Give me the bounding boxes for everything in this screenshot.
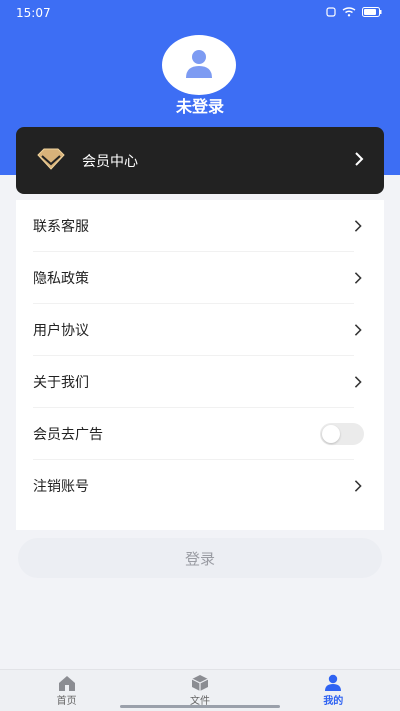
login-button[interactable]: 登录: [18, 538, 382, 578]
menu-item-user-agreement[interactable]: 用户协议: [16, 304, 384, 356]
chevron-right-icon: [354, 220, 362, 232]
chevron-right-icon: [354, 480, 362, 492]
tab-mine-label: 我的: [323, 696, 344, 707]
chevron-right-icon: [354, 376, 362, 388]
avatar[interactable]: [162, 35, 236, 95]
menu-item-remove-ads: 会员去广告: [16, 408, 384, 460]
tab-files[interactable]: 文件: [155, 674, 245, 707]
vip-center-label: 会员中心: [82, 153, 138, 170]
status-time: 15:07: [16, 6, 51, 20]
cube-icon: [191, 675, 209, 691]
wifi-icon: [342, 6, 356, 20]
menu-item-label: 隐私政策: [33, 271, 89, 287]
menu-item-label: 注销账号: [33, 479, 89, 495]
home-indicator: [120, 705, 280, 708]
tab-home-label: 首页: [56, 696, 77, 707]
diamond-icon: [36, 148, 66, 174]
remove-ads-toggle[interactable]: [320, 423, 364, 445]
menu-item-about-us[interactable]: 关于我们: [16, 356, 384, 408]
menu-item-label: 会员去广告: [33, 427, 103, 443]
menu-item-delete-account[interactable]: 注销账号: [16, 460, 384, 512]
settings-menu: 联系客服 隐私政策 用户协议 关于我们 会员去广告 注销账号: [16, 200, 384, 530]
home-icon: [58, 676, 75, 691]
user-icon: [325, 674, 342, 691]
menu-item-label: 关于我们: [33, 375, 89, 391]
bottom-tab-bar: 首页 文件 我的: [0, 669, 400, 711]
vip-center-entry[interactable]: 会员中心: [16, 127, 384, 194]
status-bar: 15:07: [0, 0, 400, 26]
menu-item-contact-service[interactable]: 联系客服: [16, 200, 384, 252]
menu-item-label: 用户协议: [33, 323, 89, 339]
alarm-icon: [326, 6, 336, 20]
tab-home[interactable]: 首页: [22, 674, 112, 707]
menu-item-label: 联系客服: [33, 219, 89, 235]
chevron-right-icon: [354, 151, 364, 170]
user-avatar-icon: [186, 50, 212, 78]
login-status-title[interactable]: 未登录: [0, 93, 400, 117]
menu-item-privacy-policy[interactable]: 隐私政策: [16, 252, 384, 304]
battery-icon: [362, 6, 382, 20]
chevron-right-icon: [354, 324, 362, 336]
toggle-knob: [322, 425, 340, 443]
chevron-right-icon: [354, 272, 362, 284]
tab-mine[interactable]: 我的: [288, 674, 378, 707]
